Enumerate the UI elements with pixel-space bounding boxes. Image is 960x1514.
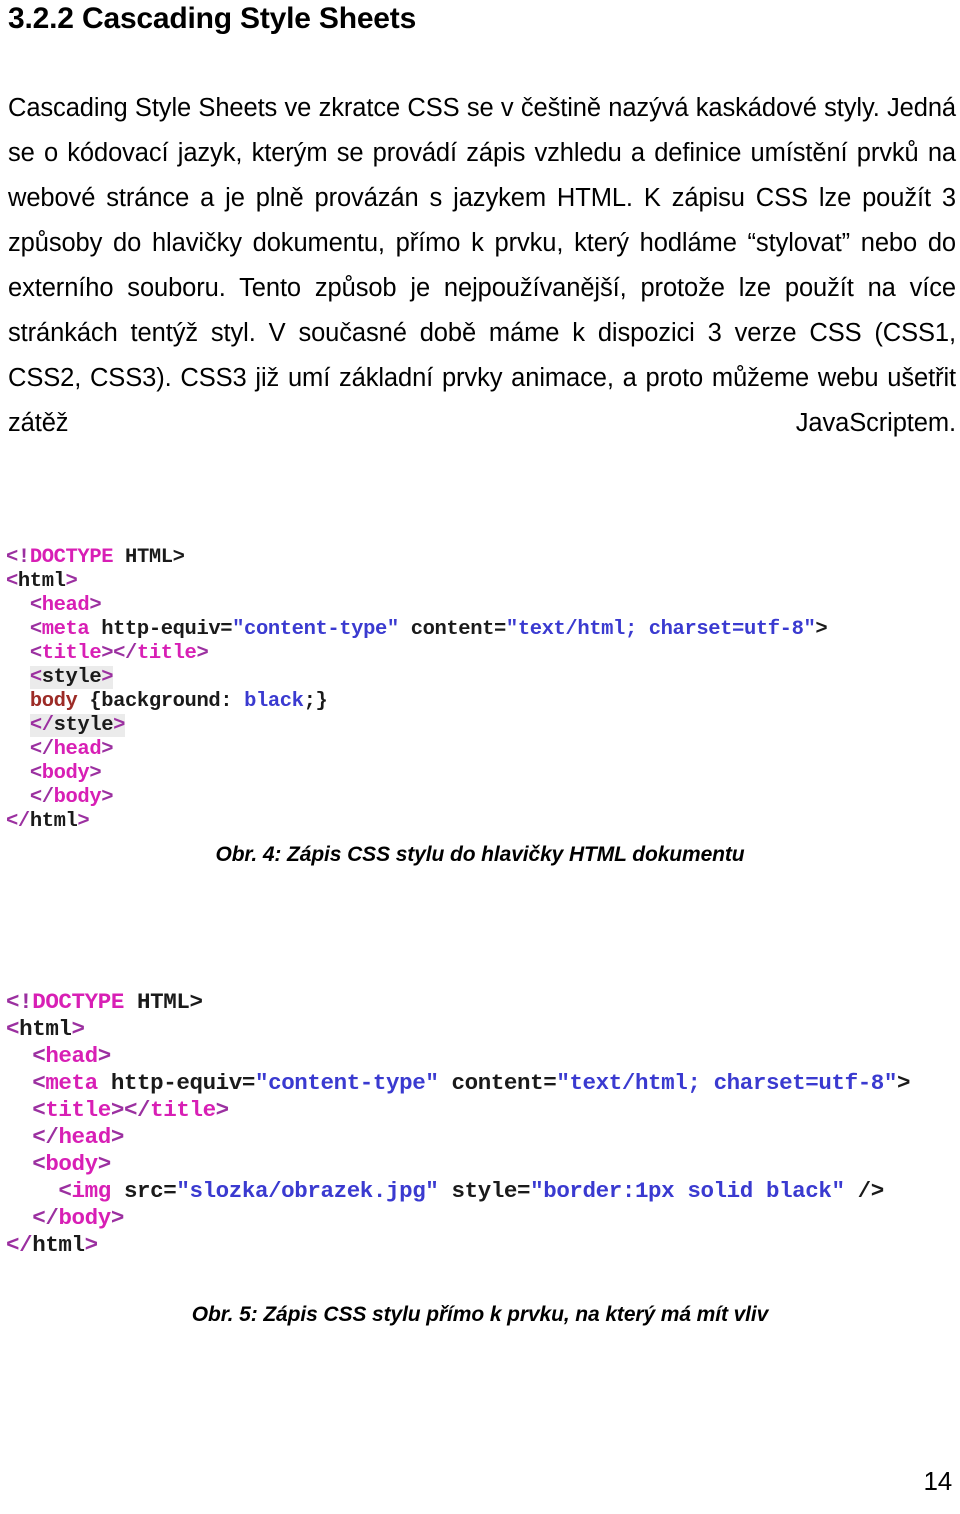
code-line: <title></title> — [29, 642, 209, 665]
page-number: 14 — [923, 1466, 952, 1496]
code-line: <meta http-equiv="content-type" content=… — [29, 618, 828, 641]
code-line: <head> — [32, 1043, 111, 1069]
code-line: <body> — [32, 1151, 111, 1177]
section-number: 3.2.2 — [8, 2, 74, 35]
section-title: Cascading Style Sheets — [82, 2, 417, 35]
code-line: <!DOCTYPE HTML> — [6, 546, 185, 569]
document-page: 3.2.2 Cascading Style Sheets Cascading St… — [0, 0, 960, 1514]
code-line: </html> — [6, 1232, 98, 1258]
code-line: <title></title> — [32, 1097, 229, 1123]
code-line: <!DOCTYPE HTML> — [6, 989, 203, 1015]
code-line: </head> — [32, 1124, 124, 1150]
code-line: </head> — [29, 738, 114, 761]
code-line: <img src="slozka/obrazek.jpg" style="bor… — [58, 1178, 884, 1204]
code-block-figure-4: <!DOCTYPE HTML> <html> <head> <meta http-… — [6, 522, 828, 882]
body-paragraph: Cascading Style Sheets ve zkratce CSS se… — [8, 94, 956, 437]
figure-4-caption: Obr. 4: Zápis CSS stylu do hlavičky HTML… — [215, 843, 745, 866]
code-line: </body> — [29, 786, 114, 809]
code-line: </style> — [29, 714, 126, 737]
code-line: </html> — [6, 810, 90, 833]
section-heading: 3.2.2 Cascading Style Sheets — [8, 2, 416, 36]
code-line: <html> — [6, 1016, 85, 1042]
code-line: <html> — [6, 570, 78, 593]
code-line: <body> — [29, 762, 102, 785]
code-line: <meta http-equiv="content-type" content=… — [32, 1070, 911, 1096]
figure-5-caption: Obr. 5: Zápis CSS stylu přímo k prvku, n… — [191, 1303, 769, 1326]
code-line: </body> — [32, 1205, 124, 1231]
code-line: body {background: black;} — [29, 690, 328, 713]
code-line: <head> — [29, 594, 102, 617]
code-line: <style> — [29, 666, 114, 689]
code-block-figure-5: <!DOCTYPE HTML> <html> <head> <meta http-… — [6, 962, 911, 1313]
